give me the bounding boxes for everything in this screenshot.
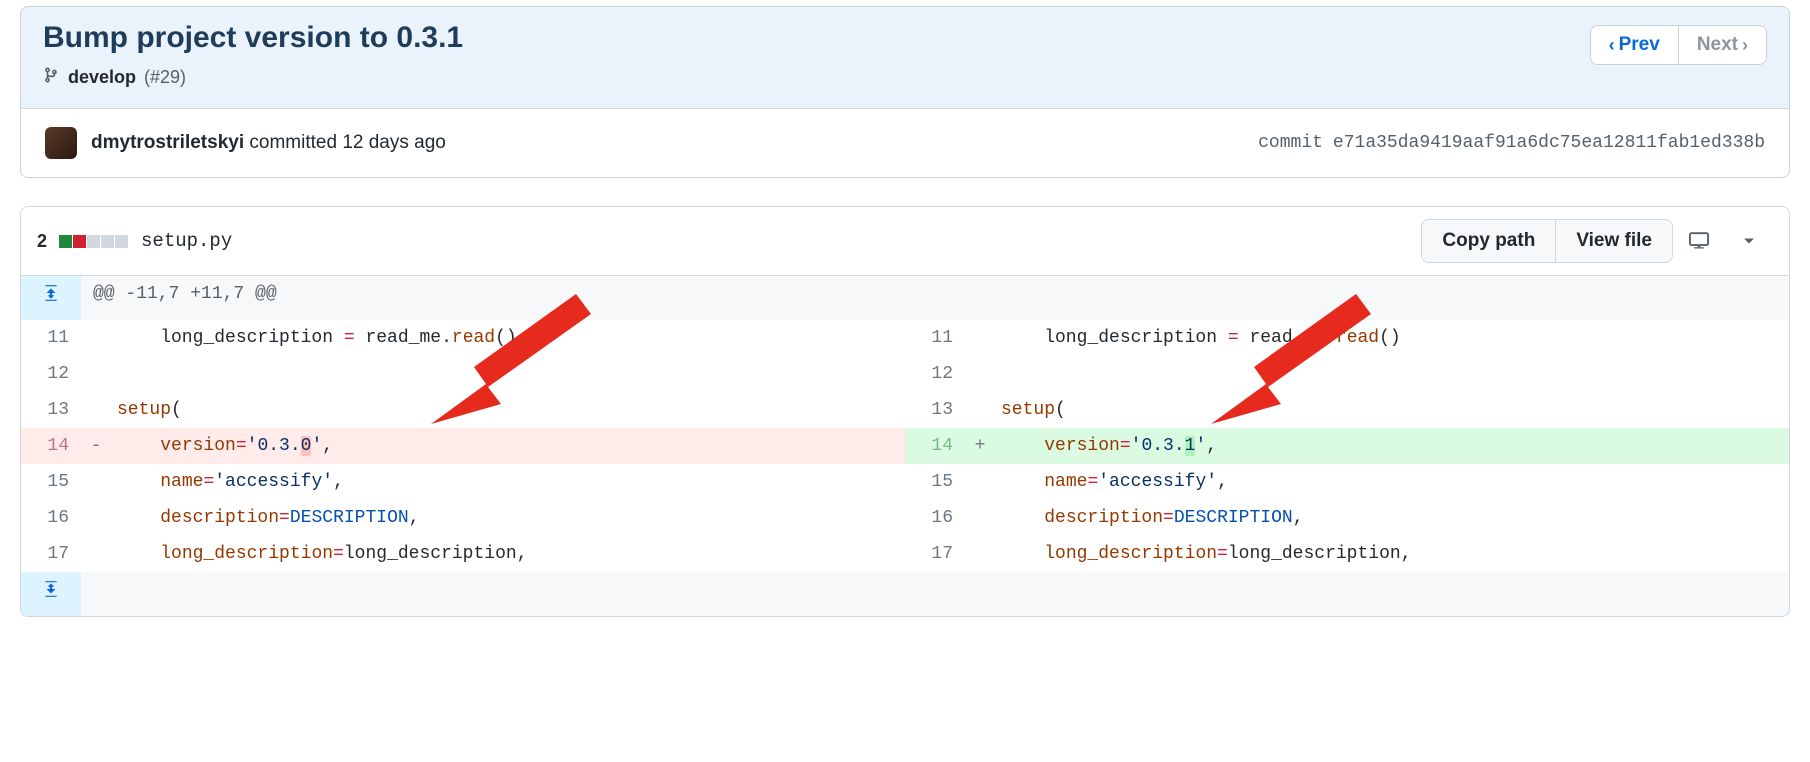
diff-marker-left [81,536,111,572]
expand-down-button[interactable] [21,572,81,616]
diff-stat-square [101,235,114,248]
code-left: version='0.3.0', [111,428,905,464]
code-right: name='accessify', [995,464,1789,500]
diff-marker-left [81,356,111,392]
diff-row: 12 12 [21,356,1789,392]
diff-marker-left: - [81,428,111,464]
line-number-left[interactable]: 17 [21,536,81,572]
diff-marker-left [81,320,111,356]
branch-icon [43,65,60,90]
commit-title: Bump project version to 0.3.1 [43,21,463,55]
hunk-gutter [905,276,965,320]
code-right: long_description=long_description, [995,536,1789,572]
code-left [111,356,905,392]
copy-path-button[interactable]: Copy path [1422,220,1556,262]
view-file-button[interactable]: View file [1556,220,1672,262]
expand-blank [81,572,1789,616]
line-number-right[interactable]: 16 [905,500,965,536]
diff-row: 13 setup(13 setup( [21,392,1789,428]
diff-marker-left [81,392,111,428]
code-right: long_description = read_me.read() [995,320,1789,356]
code-left: description=DESCRIPTION, [111,500,905,536]
diff-change-count: 2 [37,231,47,252]
commit-card: Bump project version to 0.3.1 develop (#… [20,6,1790,178]
code-right: setup( [995,392,1789,428]
diff-marker-right [965,500,995,536]
commit-time: committed 12 days ago [249,132,445,153]
diff-marker-right [965,464,995,500]
diff-file-header: 2 setup.py Copy path View file [21,207,1789,276]
branch-name[interactable]: develop [68,67,136,88]
line-number-right[interactable]: 12 [905,356,965,392]
line-number-left[interactable]: 13 [21,392,81,428]
line-number-right[interactable]: 11 [905,320,965,356]
diff-marker-right [965,356,995,392]
diff-stat-squares [59,235,129,248]
chevron-down-icon [1739,231,1759,251]
author-link[interactable]: dmytrostriletskyi [91,132,244,153]
diff-marker-right [965,392,995,428]
display-mode-button[interactable] [1673,225,1725,257]
commit-hash: commit e71a35da9419aaf91a6dc75ea12811fab1… [1258,133,1765,153]
commit-header: Bump project version to 0.3.1 develop (#… [21,7,1789,108]
diff-table: @@ -11,7 +11,7 @@11 long_description = r… [21,276,1789,616]
code-left: name='accessify', [111,464,905,500]
diff-marker-right [965,320,995,356]
code-left: setup( [111,392,905,428]
diff-row: 17 long_description=long_description,17 … [21,536,1789,572]
monitor-icon [1687,231,1711,251]
diff-marker-right: + [965,428,995,464]
code-left: long_description = read_me.read() [111,320,905,356]
line-number-left[interactable]: 15 [21,464,81,500]
diff-stat-square [115,235,128,248]
prev-commit-button[interactable]: ‹ Prev [1591,26,1679,64]
diff-filename[interactable]: setup.py [141,230,232,252]
hunk-header: @@ -11,7 +11,7 @@ [81,276,905,320]
commit-nav-group: ‹ Prev Next › [1590,25,1767,65]
line-number-left[interactable]: 16 [21,500,81,536]
diff-row: 15 name='accessify',15 name='accessify', [21,464,1789,500]
line-number-right[interactable]: 14 [905,428,965,464]
line-number-left[interactable]: 14 [21,428,81,464]
diff-row: 14- version='0.3.0',14+ version='0.3.1', [21,428,1789,464]
file-button-group: Copy path View file [1421,219,1673,263]
avatar[interactable] [45,127,77,159]
collapse-file-button[interactable] [1725,225,1773,257]
commit-meta-row: dmytrostriletskyi committed 12 days ago … [21,108,1789,177]
chevron-left-icon: ‹ [1609,35,1615,56]
diff-marker-right [965,536,995,572]
next-label: Next [1697,34,1738,56]
next-commit-button: Next › [1679,26,1766,64]
branch-row: develop (#29) [43,65,463,90]
expand-up-button[interactable] [21,276,81,320]
code-left: long_description=long_description, [111,536,905,572]
prev-label: Prev [1619,34,1660,56]
line-number-left[interactable]: 11 [21,320,81,356]
line-number-right[interactable]: 13 [905,392,965,428]
commit-hash-label: commit [1258,133,1323,153]
line-number-right[interactable]: 15 [905,464,965,500]
line-number-left[interactable]: 12 [21,356,81,392]
commit-hash-value: e71a35da9419aaf91a6dc75ea12811fab1ed338b [1333,133,1765,153]
diff-stat-square [59,235,72,248]
code-right [995,356,1789,392]
diff-marker-left [81,500,111,536]
pr-reference[interactable]: (#29) [144,67,186,88]
line-number-right[interactable]: 17 [905,536,965,572]
diff-stat-square [73,235,86,248]
diff-row: 11 long_description = read_me.read()11 l… [21,320,1789,356]
diff-file-card: 2 setup.py Copy path View file [20,206,1790,617]
code-right: description=DESCRIPTION, [995,500,1789,536]
diff-marker-left [81,464,111,500]
hunk-blank [965,276,1789,320]
diff-row: 16 description=DESCRIPTION,16 descriptio… [21,500,1789,536]
diff-stat-square [87,235,100,248]
code-right: version='0.3.1', [995,428,1789,464]
chevron-right-icon: › [1742,35,1748,56]
